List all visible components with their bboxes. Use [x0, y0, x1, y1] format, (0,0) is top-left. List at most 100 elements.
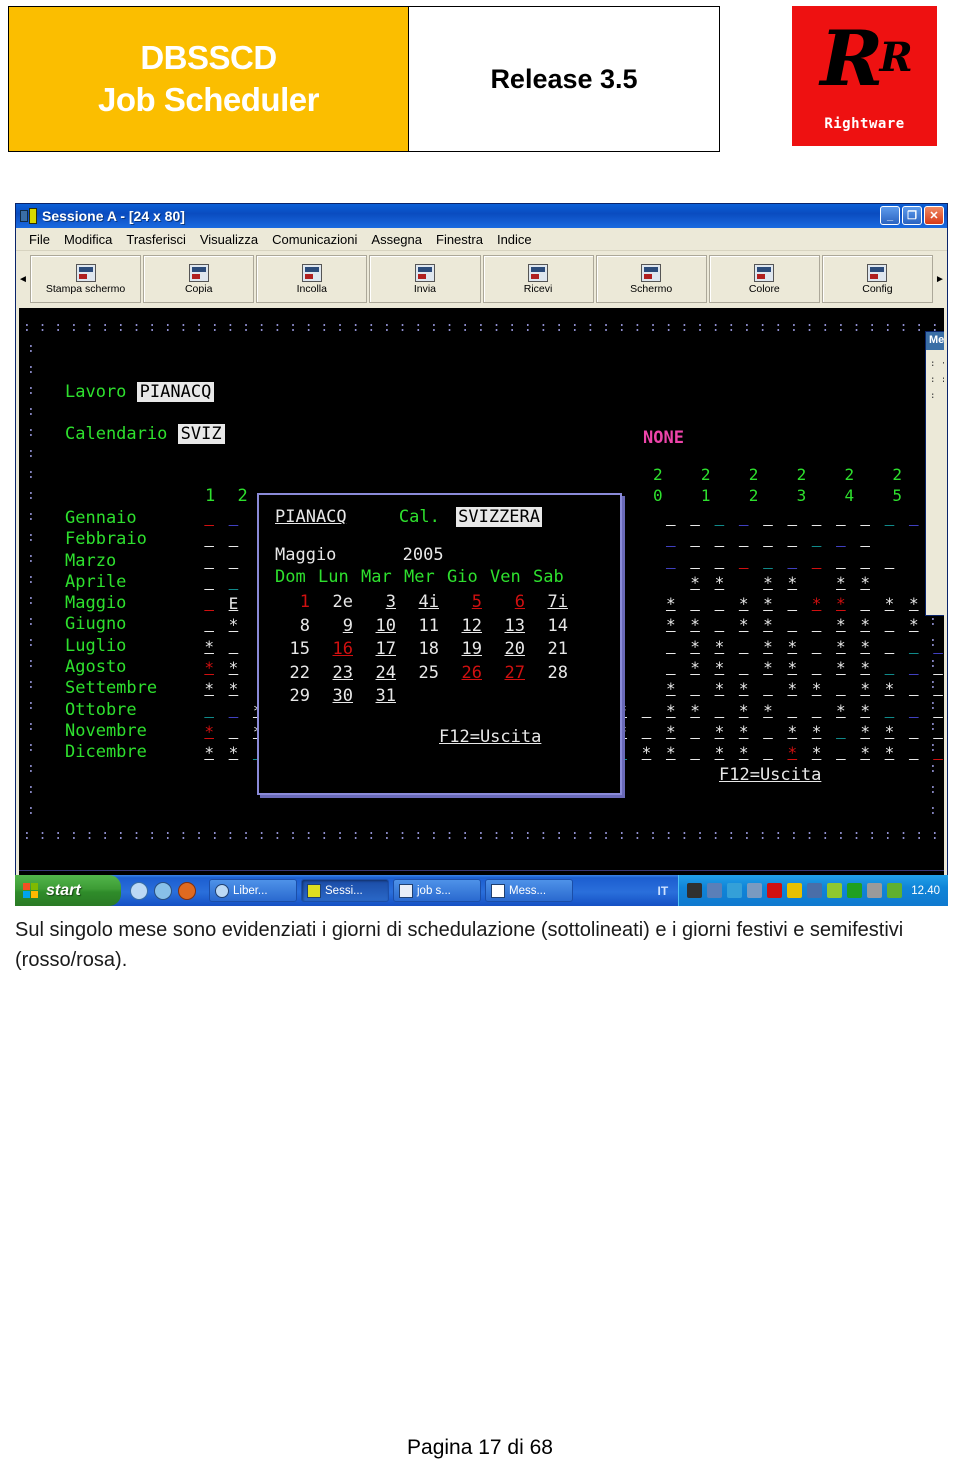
- schedule-cell[interactable]: *: [829, 657, 853, 678]
- schedule-cell[interactable]: *: [853, 742, 877, 763]
- language-indicator[interactable]: IT: [648, 884, 679, 898]
- schedule-cell[interactable]: [683, 742, 707, 763]
- schedule-cell[interactable]: [634, 508, 658, 529]
- schedule-cell[interactable]: [659, 551, 683, 572]
- lavoro-value[interactable]: PIANACQ: [136, 382, 215, 402]
- schedule-cell[interactable]: [732, 636, 756, 657]
- schedule-cell[interactable]: [877, 572, 901, 593]
- schedule-cell[interactable]: [829, 551, 853, 572]
- schedule-cell[interactable]: [634, 529, 658, 550]
- schedule-cell[interactable]: *: [804, 721, 828, 742]
- tray-network-error-icon[interactable]: [807, 883, 823, 898]
- schedule-cell[interactable]: [221, 721, 245, 742]
- schedule-cell[interactable]: [829, 721, 853, 742]
- schedule-cell[interactable]: *: [221, 678, 245, 699]
- internet-explorer-icon[interactable]: [130, 881, 148, 900]
- calendar-day-9[interactable]: 9: [318, 615, 361, 639]
- calendar-day-19[interactable]: 19: [447, 638, 490, 662]
- calendar-day-10[interactable]: 10: [361, 615, 404, 639]
- schedule-cell[interactable]: *: [221, 742, 245, 763]
- calendar-day-4[interactable]: 4i: [404, 591, 447, 615]
- schedule-cell[interactable]: [829, 678, 853, 699]
- schedule-cell[interactable]: [877, 551, 901, 572]
- toolbar-button-incolla[interactable]: Incolla: [256, 255, 368, 303]
- schedule-cell[interactable]: [732, 529, 756, 550]
- calendar-day-8[interactable]: 8: [275, 615, 318, 639]
- schedule-cell[interactable]: [853, 551, 877, 572]
- taskbar-clock[interactable]: 12.40: [911, 885, 940, 897]
- schedule-cell[interactable]: *: [853, 678, 877, 699]
- schedule-cell[interactable]: [877, 636, 901, 657]
- tray-monitor-icon[interactable]: [827, 883, 843, 898]
- schedule-cell[interactable]: *: [829, 572, 853, 593]
- schedule-cell[interactable]: *: [902, 614, 926, 635]
- schedule-cell[interactable]: [926, 636, 944, 657]
- schedule-cell[interactable]: [197, 593, 221, 614]
- schedule-cell[interactable]: *: [221, 614, 245, 635]
- schedule-cell[interactable]: [853, 529, 877, 550]
- calendar-day-3[interactable]: 3: [361, 591, 404, 615]
- schedule-cell[interactable]: [221, 508, 245, 529]
- schedule-cell[interactable]: [732, 572, 756, 593]
- schedule-cell[interactable]: [197, 700, 221, 721]
- schedule-cell[interactable]: [659, 657, 683, 678]
- calendar-day-28[interactable]: 28: [533, 662, 576, 686]
- schedule-cell[interactable]: [197, 529, 221, 550]
- schedule-cell[interactable]: [756, 551, 780, 572]
- schedule-cell[interactable]: [683, 678, 707, 699]
- terminal-screen[interactable]: : : : : : : : : : : : : : : : : : : : : …: [19, 308, 944, 870]
- schedule-cell[interactable]: *: [683, 636, 707, 657]
- calendar-day-21[interactable]: 21: [533, 638, 576, 662]
- schedule-cell[interactable]: [902, 678, 926, 699]
- schedule-cell[interactable]: [683, 721, 707, 742]
- schedule-cell[interactable]: [804, 551, 828, 572]
- schedule-cell[interactable]: *: [732, 678, 756, 699]
- schedule-cell[interactable]: [683, 593, 707, 614]
- schedule-cell[interactable]: [707, 700, 731, 721]
- schedule-cell[interactable]: [659, 529, 683, 550]
- schedule-cell[interactable]: *: [732, 614, 756, 635]
- schedule-cell[interactable]: [634, 678, 658, 699]
- schedule-cell[interactable]: [756, 678, 780, 699]
- schedule-cell[interactable]: *: [683, 614, 707, 635]
- tray-globe-icon[interactable]: [847, 883, 863, 898]
- schedule-cell[interactable]: *: [780, 572, 804, 593]
- schedule-cell[interactable]: *: [732, 721, 756, 742]
- tray-update-icon[interactable]: [727, 883, 743, 898]
- schedule-cell[interactable]: *: [683, 657, 707, 678]
- schedule-cell[interactable]: [902, 657, 926, 678]
- schedule-cell[interactable]: *: [221, 657, 245, 678]
- schedule-cell[interactable]: *: [780, 742, 804, 763]
- taskbar-task-sessi[interactable]: Sessi...: [301, 879, 389, 902]
- toolbar-button-colore[interactable]: Colore: [708, 255, 820, 303]
- menu-item-trasferisci[interactable]: Trasferisci: [119, 232, 192, 247]
- schedule-cell[interactable]: *: [683, 700, 707, 721]
- schedule-cell[interactable]: [902, 551, 926, 572]
- schedule-cell[interactable]: *: [197, 636, 221, 657]
- schedule-cell[interactable]: [634, 614, 658, 635]
- schedule-cell[interactable]: *: [197, 721, 221, 742]
- close-button[interactable]: ✕: [924, 206, 944, 225]
- toolbar-button-schermo[interactable]: Schermo: [595, 255, 707, 303]
- schedule-cell[interactable]: [634, 593, 658, 614]
- schedule-cell[interactable]: [926, 657, 944, 678]
- schedule-cell[interactable]: *: [659, 593, 683, 614]
- toolbar-button-stampa-schermo[interactable]: Stampa schermo: [30, 255, 142, 303]
- schedule-cell[interactable]: [804, 572, 828, 593]
- schedule-cell[interactable]: [804, 657, 828, 678]
- schedule-cell[interactable]: *: [707, 721, 731, 742]
- schedule-cell[interactable]: [221, 529, 245, 550]
- calendar-day-18[interactable]: 18: [404, 638, 447, 662]
- schedule-cell[interactable]: [877, 614, 901, 635]
- schedule-cell[interactable]: *: [853, 657, 877, 678]
- calendar-day-14[interactable]: 14: [533, 615, 576, 639]
- taskbar-task-liber[interactable]: Liber...: [209, 879, 297, 902]
- schedule-cell[interactable]: *: [804, 678, 828, 699]
- media-player-icon[interactable]: [178, 881, 196, 900]
- schedule-cell[interactable]: *: [732, 593, 756, 614]
- schedule-cell[interactable]: *: [756, 700, 780, 721]
- schedule-cell[interactable]: *: [829, 593, 853, 614]
- schedule-cell[interactable]: *: [804, 742, 828, 763]
- schedule-cell[interactable]: [221, 551, 245, 572]
- schedule-cell[interactable]: *: [877, 678, 901, 699]
